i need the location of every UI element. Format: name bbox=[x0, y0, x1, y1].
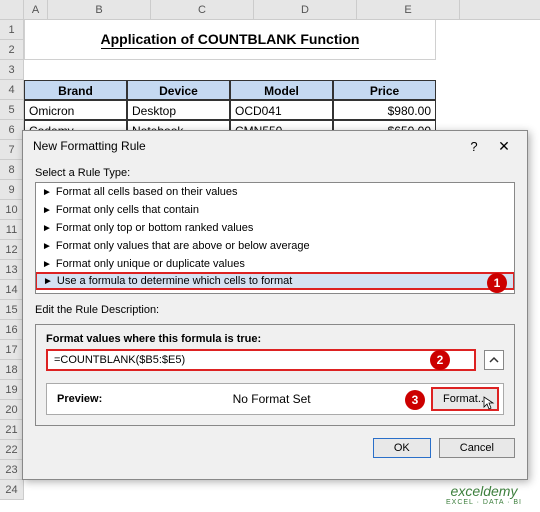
th-brand[interactable]: Brand bbox=[24, 80, 127, 100]
formula-input[interactable] bbox=[46, 349, 476, 371]
arrow-icon: ► bbox=[42, 259, 52, 270]
col-header-E[interactable]: E bbox=[357, 0, 460, 19]
row-header[interactable]: 24 bbox=[0, 480, 24, 500]
cell-device[interactable]: Desktop bbox=[127, 100, 230, 120]
table-row: Omicron Desktop OCD041 $980.00 bbox=[24, 100, 436, 120]
edit-description-label: Edit the Rule Description: bbox=[35, 304, 515, 316]
row-header[interactable]: 3 bbox=[0, 60, 24, 80]
arrow-icon: ► bbox=[42, 241, 52, 252]
edit-rule-section: Format values where this formula is true… bbox=[35, 324, 515, 426]
watermark-sub: EXCEL · DATA · BI bbox=[446, 499, 522, 506]
dialog-titlebar[interactable]: New Formatting Rule ? ✕ bbox=[23, 131, 527, 161]
row-header[interactable]: 17 bbox=[0, 340, 24, 360]
callout-1: 1 bbox=[487, 273, 507, 293]
row-header[interactable]: 19 bbox=[0, 380, 24, 400]
col-header-A[interactable]: A bbox=[24, 0, 48, 19]
select-rule-type-label: Select a Rule Type: bbox=[35, 167, 515, 179]
cell-price[interactable]: $980.00 bbox=[333, 100, 436, 120]
cancel-button[interactable]: Cancel bbox=[439, 438, 515, 458]
row-header[interactable]: 6 bbox=[0, 120, 24, 140]
watermark-main: exceldemy bbox=[446, 483, 522, 499]
row-headers: 1 2 3 4 5 6 7 8 9 10 11 12 13 14 15 16 1… bbox=[0, 20, 24, 500]
rule-type-item-selected[interactable]: ►Use a formula to determine which cells … bbox=[35, 272, 515, 290]
th-model[interactable]: Model bbox=[230, 80, 333, 100]
row-header[interactable]: 1 bbox=[0, 20, 24, 40]
preview-box: No Format Set bbox=[112, 384, 431, 414]
row-header[interactable]: 20 bbox=[0, 400, 24, 420]
ok-button[interactable]: OK bbox=[373, 438, 431, 458]
row-header[interactable]: 5 bbox=[0, 100, 24, 120]
close-icon[interactable]: ✕ bbox=[489, 138, 519, 155]
rule-type-item[interactable]: ►Format only unique or duplicate values bbox=[36, 255, 514, 273]
cell-model[interactable]: OCD041 bbox=[230, 100, 333, 120]
th-device[interactable]: Device bbox=[127, 80, 230, 100]
rule-type-item[interactable]: ►Format only top or bottom ranked values bbox=[36, 219, 514, 237]
cursor-icon bbox=[483, 396, 495, 413]
row-header[interactable]: 15 bbox=[0, 300, 24, 320]
table-header-row: Brand Device Model Price bbox=[24, 80, 436, 100]
rule-type-list[interactable]: ►Format all cells based on their values … bbox=[35, 182, 515, 294]
help-icon[interactable]: ? bbox=[459, 139, 489, 154]
row-header[interactable]: 8 bbox=[0, 160, 24, 180]
preview-label: Preview: bbox=[47, 393, 112, 405]
callout-3: 3 bbox=[405, 390, 425, 410]
th-price[interactable]: Price bbox=[333, 80, 436, 100]
callout-2: 2 bbox=[430, 350, 450, 370]
dialog-buttons: OK Cancel bbox=[23, 438, 527, 468]
dialog-title: New Formatting Rule bbox=[33, 139, 459, 153]
col-header-B[interactable]: B bbox=[48, 0, 151, 19]
row-header[interactable]: 11 bbox=[0, 220, 24, 240]
row-header[interactable]: 16 bbox=[0, 320, 24, 340]
col-header-D[interactable]: D bbox=[254, 0, 357, 19]
formula-label: Format values where this formula is true… bbox=[46, 333, 504, 345]
row-header[interactable]: 23 bbox=[0, 460, 24, 480]
rule-type-item[interactable]: ►Format all cells based on their values bbox=[36, 183, 514, 201]
row-header[interactable]: 21 bbox=[0, 420, 24, 440]
rule-type-item[interactable]: ►Format only values that are above or be… bbox=[36, 237, 514, 255]
row-header[interactable]: 7 bbox=[0, 140, 24, 160]
column-headers: A B C D E bbox=[0, 0, 540, 20]
row-header[interactable]: 9 bbox=[0, 180, 24, 200]
preview-row: Preview: No Format Set 3 Format... bbox=[46, 383, 504, 415]
arrow-icon: ► bbox=[42, 205, 52, 216]
row-header[interactable]: 13 bbox=[0, 260, 24, 280]
row-header[interactable]: 22 bbox=[0, 440, 24, 460]
arrow-icon: ► bbox=[42, 187, 52, 198]
collapse-dialog-icon[interactable] bbox=[484, 350, 504, 370]
arrow-icon: ► bbox=[42, 223, 52, 234]
title-text: Application of COUNTBLANK Function bbox=[101, 31, 360, 49]
row-header[interactable]: 18 bbox=[0, 360, 24, 380]
select-all-corner[interactable] bbox=[0, 0, 24, 19]
rule-type-item[interactable]: ►Format only cells that contain bbox=[36, 201, 514, 219]
arrow-icon: ► bbox=[43, 276, 53, 287]
row-header[interactable]: 12 bbox=[0, 240, 24, 260]
new-formatting-rule-dialog: New Formatting Rule ? ✕ Select a Rule Ty… bbox=[22, 130, 528, 480]
watermark: exceldemy EXCEL · DATA · BI bbox=[446, 483, 522, 506]
row-header[interactable]: 14 bbox=[0, 280, 24, 300]
row-header[interactable]: 2 bbox=[0, 40, 24, 60]
col-header-C[interactable]: C bbox=[151, 0, 254, 19]
row-header[interactable]: 4 bbox=[0, 80, 24, 100]
cell-brand[interactable]: Omicron bbox=[24, 100, 127, 120]
sheet-title[interactable]: Application of COUNTBLANK Function bbox=[24, 20, 436, 60]
format-button[interactable]: Format... bbox=[431, 387, 499, 411]
row-header[interactable]: 10 bbox=[0, 200, 24, 220]
